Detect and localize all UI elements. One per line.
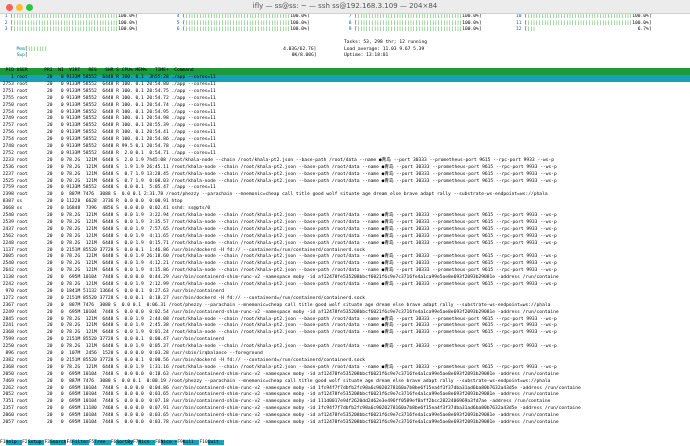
process-row[interactable]: 1138 root 20 0 695M 10104 7448 S 0.0 0.0… xyxy=(0,275,690,282)
cpu-meter-3: 3 [|||||||||||||||||||||||||||||||||||||… xyxy=(2,27,138,32)
process-row[interactable]: 3668 ss 20 0 16848 7396 4856 S 0.0 0.0 0… xyxy=(0,206,690,213)
function-key-bar: F1Help F2Setup F3SearchF4FilterF5Tree F6… xyxy=(0,440,690,446)
cpu-bar: |||||||||||||||||||||||||||||||||||||| xyxy=(185,20,291,26)
cpu-percent: 100.0% xyxy=(118,27,135,32)
process-row[interactable]: 2759 root 20 0 9133M 58552 6448 S 0.0 0.… xyxy=(0,185,690,192)
process-row[interactable]: 2642 root 20 0 78.2G 121M 6448 S 0.0 1.9… xyxy=(0,268,690,275)
cpu-percent: 100.0% xyxy=(290,27,307,32)
process-row[interactable]: 2052 root 20 0 695M 10104 7448 S 0.0 0.0… xyxy=(0,392,690,399)
process-row[interactable]: 2233 root 20 0 78.2G 121M 6448 S 2.0 1.9… xyxy=(0,158,690,165)
cpu-bar: |||||||||||||||||||||||||||||||||||||| xyxy=(357,20,463,26)
process-row[interactable]: 2750 root 20 0 9133M 58552 6448 R 100. 0… xyxy=(0,103,690,110)
process-row[interactable]: 2755 root 20 0 9133M 58552 6448 R 100. 0… xyxy=(0,96,690,103)
process-row[interactable]: 2536 root 20 0 78.2G 121M 6448 S 1.9 1.9… xyxy=(0,165,690,172)
fkey-label-f9[interactable]: Kill xyxy=(182,440,200,445)
process-row[interactable]: 2539 root 20 0 78.2G 121M 6448 S 0.0 1.9… xyxy=(0,220,690,227)
title-bar: ifly — ss@ss: ~ — ssh ss@192.168.3.109 —… xyxy=(0,0,690,14)
uptime: Uptime: 13:18:01 xyxy=(344,53,389,58)
process-row[interactable]: 7469 root 20 0 887M 7476 3088 S 0.0 0.1 … xyxy=(0,379,690,386)
cpu-bar: |||||||||||||||||||||||||||||||||||||| xyxy=(527,20,633,26)
fkey-label-f6[interactable]: SortBy xyxy=(116,440,133,445)
process-row[interactable]: 2437 root 20 0 78.2G 121M 6448 S 0.0 1.9… xyxy=(0,227,690,234)
process-row[interactable]: 7351 root 20 0 695M 10104 7448 S 0.0 0.0… xyxy=(0,399,690,406)
process-row[interactable]: 2242 root 20 0 78.2G 121M 6448 S 0.0 1.9… xyxy=(0,282,690,289)
process-row[interactable]: 2357 root 20 0 695M 11180 7468 S 0.0 0.0… xyxy=(0,406,690,413)
process-row[interactable]: 2540 root 20 0 78.2G 121M 6448 S 0.0 1.9… xyxy=(0,261,690,268)
process-row[interactable]: 2751 root 20 0 9133M 58552 6448 R 100. 0… xyxy=(0,89,690,96)
cpu-percent: 100.0% xyxy=(290,14,307,19)
fkey-label-f2[interactable]: Setup xyxy=(27,440,45,445)
process-row[interactable]: 2057 root 20 0 695M 10104 7448 S 0.0 0.0… xyxy=(0,420,690,427)
cpu-percent: 100.0% xyxy=(462,14,479,19)
process-row[interactable]: 2248 root 20 0 78.2G 121M 6448 S 0.0 1.9… xyxy=(0,241,690,248)
fkey-f8: F8 xyxy=(155,440,161,445)
process-row[interactable]: 2752 root 20 0 9133M 58552 6448 R 2.0 0.… xyxy=(0,151,690,158)
process-row[interactable]: 2382 root 20 0 2151M 85520 37728 S 0.0 0… xyxy=(0,358,690,365)
process-row-selected[interactable]: 1 root 20 0 9133M 58552 6448 R 100. 0.1 … xyxy=(0,75,690,82)
terminal-window: ifly — ss@ss: ~ — ssh ss@192.168.3.109 —… xyxy=(0,0,690,446)
fkey-f9: F9 xyxy=(177,440,183,445)
cpu-percent: 100.0% xyxy=(632,20,649,26)
process-row[interactable]: 2367 root 20 0 887M 7476 3088 S 0.0 0.1 … xyxy=(0,303,690,310)
process-table-header[interactable]: PID USER PRI NI VIRT RES SHR S CPU% MEM%… xyxy=(0,68,690,75)
window-title: ifly — ss@ss: ~ — ssh ss@192.168.3.109 —… xyxy=(252,2,438,10)
process-row[interactable]: 2754 root 20 0 9133M 58552 6448 R 100. 0… xyxy=(0,137,690,144)
process-row[interactable]: 2756 root 20 0 9133M 58552 6448 R 100. 0… xyxy=(0,130,690,137)
cpu-percent: 100.0% xyxy=(290,20,307,26)
cpu-meter-6: 6 [|||||||||||||||||||||||||||||||||||||… xyxy=(174,27,310,32)
cpu-bar: |||||||||||||||||||||||||||||||||||||| xyxy=(357,14,463,19)
cpu-meter-12: 12 [||| 6.7%] xyxy=(516,27,652,32)
cpu-bar: |||||||||||||||||||||||||||||||||||||| xyxy=(13,14,119,19)
process-row[interactable]: 2050 root 20 0 695M 10104 7448 S 0.0 0.0… xyxy=(0,372,690,379)
fkey-f10: F10 xyxy=(199,440,208,445)
cpu-bar: ||| xyxy=(527,27,633,32)
swap-meter: Swp[0K/8.00G] xyxy=(16,53,317,58)
fkey-label-f10[interactable]: Quit xyxy=(207,440,225,445)
fkey-label-f4[interactable]: Filter xyxy=(72,440,89,445)
process-row[interactable]: 2757 root 20 0 9133M 58552 6448 R 100. 0… xyxy=(0,123,690,130)
process-row[interactable]: 1272 root 20 0 2151M 85520 37728 S 0.0 0… xyxy=(0,296,690,303)
fkey-label-f7[interactable]: Nice - xyxy=(138,440,156,445)
process-row[interactable]: 2368 root 20 0 78.2G 121M 6448 S 0.0 1.9… xyxy=(0,330,690,337)
process-row[interactable]: 2241 root 20 0 78.2G 121M 6448 S 0.0 1.9… xyxy=(0,323,690,330)
cpu-bar: |||||||||||||||||||||||||||||||||||||| xyxy=(13,20,119,26)
fkey-label-f8[interactable]: Nice + xyxy=(160,440,178,445)
cpu-bar: |||||||||||||||||||||||||||||||||||||| xyxy=(13,27,119,32)
htop-screen[interactable]: 1 [|||||||||||||||||||||||||||||||||||||… xyxy=(0,14,690,446)
fkey-f2: F2 xyxy=(22,440,28,445)
cpu-meter-9: 9 [|||||||||||||||||||||||||||||||||||||… xyxy=(346,27,482,32)
cpu-percent: 100.0% xyxy=(462,20,479,26)
cpu-percent: 100.0% xyxy=(462,27,479,32)
cpu-bar: |||||||||||||||||||||||||||||||||||||| xyxy=(357,27,463,32)
process-row[interactable]: 2605 root 20 0 78.2G 121M 6448 S 0.0 1.9… xyxy=(0,254,690,261)
fkey-f1: F1 xyxy=(0,440,6,445)
process-row[interactable]: 896 root 20 0 107M 2456 1520 S 0.0 0.0 0… xyxy=(0,351,690,358)
process-row[interactable]: 2748 root 20 0 9133M 58552 6448 R 99.5 0… xyxy=(0,144,690,151)
process-row[interactable]: 2398 root 20 0 887M 7476 3088 S 0.0 0.1 … xyxy=(0,192,690,199)
process-row[interactable]: 970 root 20 0 1841M 51132 13664 S 0.0 0.… xyxy=(0,289,690,296)
process-row[interactable]: 2562 root 20 0 78.2G 121M 6448 S 0.0 1.9… xyxy=(0,234,690,241)
process-row[interactable]: 2249 root 20 0 695M 10104 7448 S 0.0 0.0… xyxy=(0,310,690,317)
process-row[interactable]: 7599 root 20 0 2151M 85520 37728 S 0.0 0… xyxy=(0,337,690,344)
fkey-label-f3[interactable]: Search xyxy=(49,440,67,445)
cpu-percent: 6.7% xyxy=(632,27,649,32)
process-row[interactable]: 2753 root 20 0 9133M 58552 6448 R 100. 0… xyxy=(0,82,690,89)
cpu-percent: 100.0% xyxy=(632,14,649,19)
process-row[interactable]: 2540 root 20 0 78.2G 121M 6448 S 0.0 1.9… xyxy=(0,213,690,220)
cpu-bar: |||||||||||||||||||||||||||||||||||||| xyxy=(527,14,633,19)
cpu-bar: |||||||||||||||||||||||||||||||||||||| xyxy=(185,27,291,32)
process-row[interactable]: 2368 root 20 0 78.2G 121M 6448 S 0.0 1.9… xyxy=(0,365,690,372)
process-row[interactable]: 8387 ss 20 0 11228 6628 3736 R 0.0 0.0 0… xyxy=(0,199,690,206)
fkey-label-f5[interactable]: Tree xyxy=(94,440,111,445)
cpu-bar: |||||||||||||||||||||||||||||||||||||| xyxy=(185,14,291,19)
process-row[interactable]: 2237 root 20 0 78.2G 121M 6448 S 0.7 1.9… xyxy=(0,172,690,179)
process-row[interactable]: 2060 root 20 0 695M 10104 7448 S 0.0 0.0… xyxy=(0,413,690,420)
fkey-label-f1[interactable]: Help xyxy=(5,440,23,445)
process-row[interactable]: 2749 root 20 0 9133M 58552 6448 R 100. 0… xyxy=(0,116,690,123)
cpu-percent: 100.0% xyxy=(118,20,135,26)
process-row[interactable]: 2250 root 20 0 78.2G 121M 6448 S 0.0 1.9… xyxy=(0,344,690,351)
cpu-percent: 100.0% xyxy=(118,14,135,19)
